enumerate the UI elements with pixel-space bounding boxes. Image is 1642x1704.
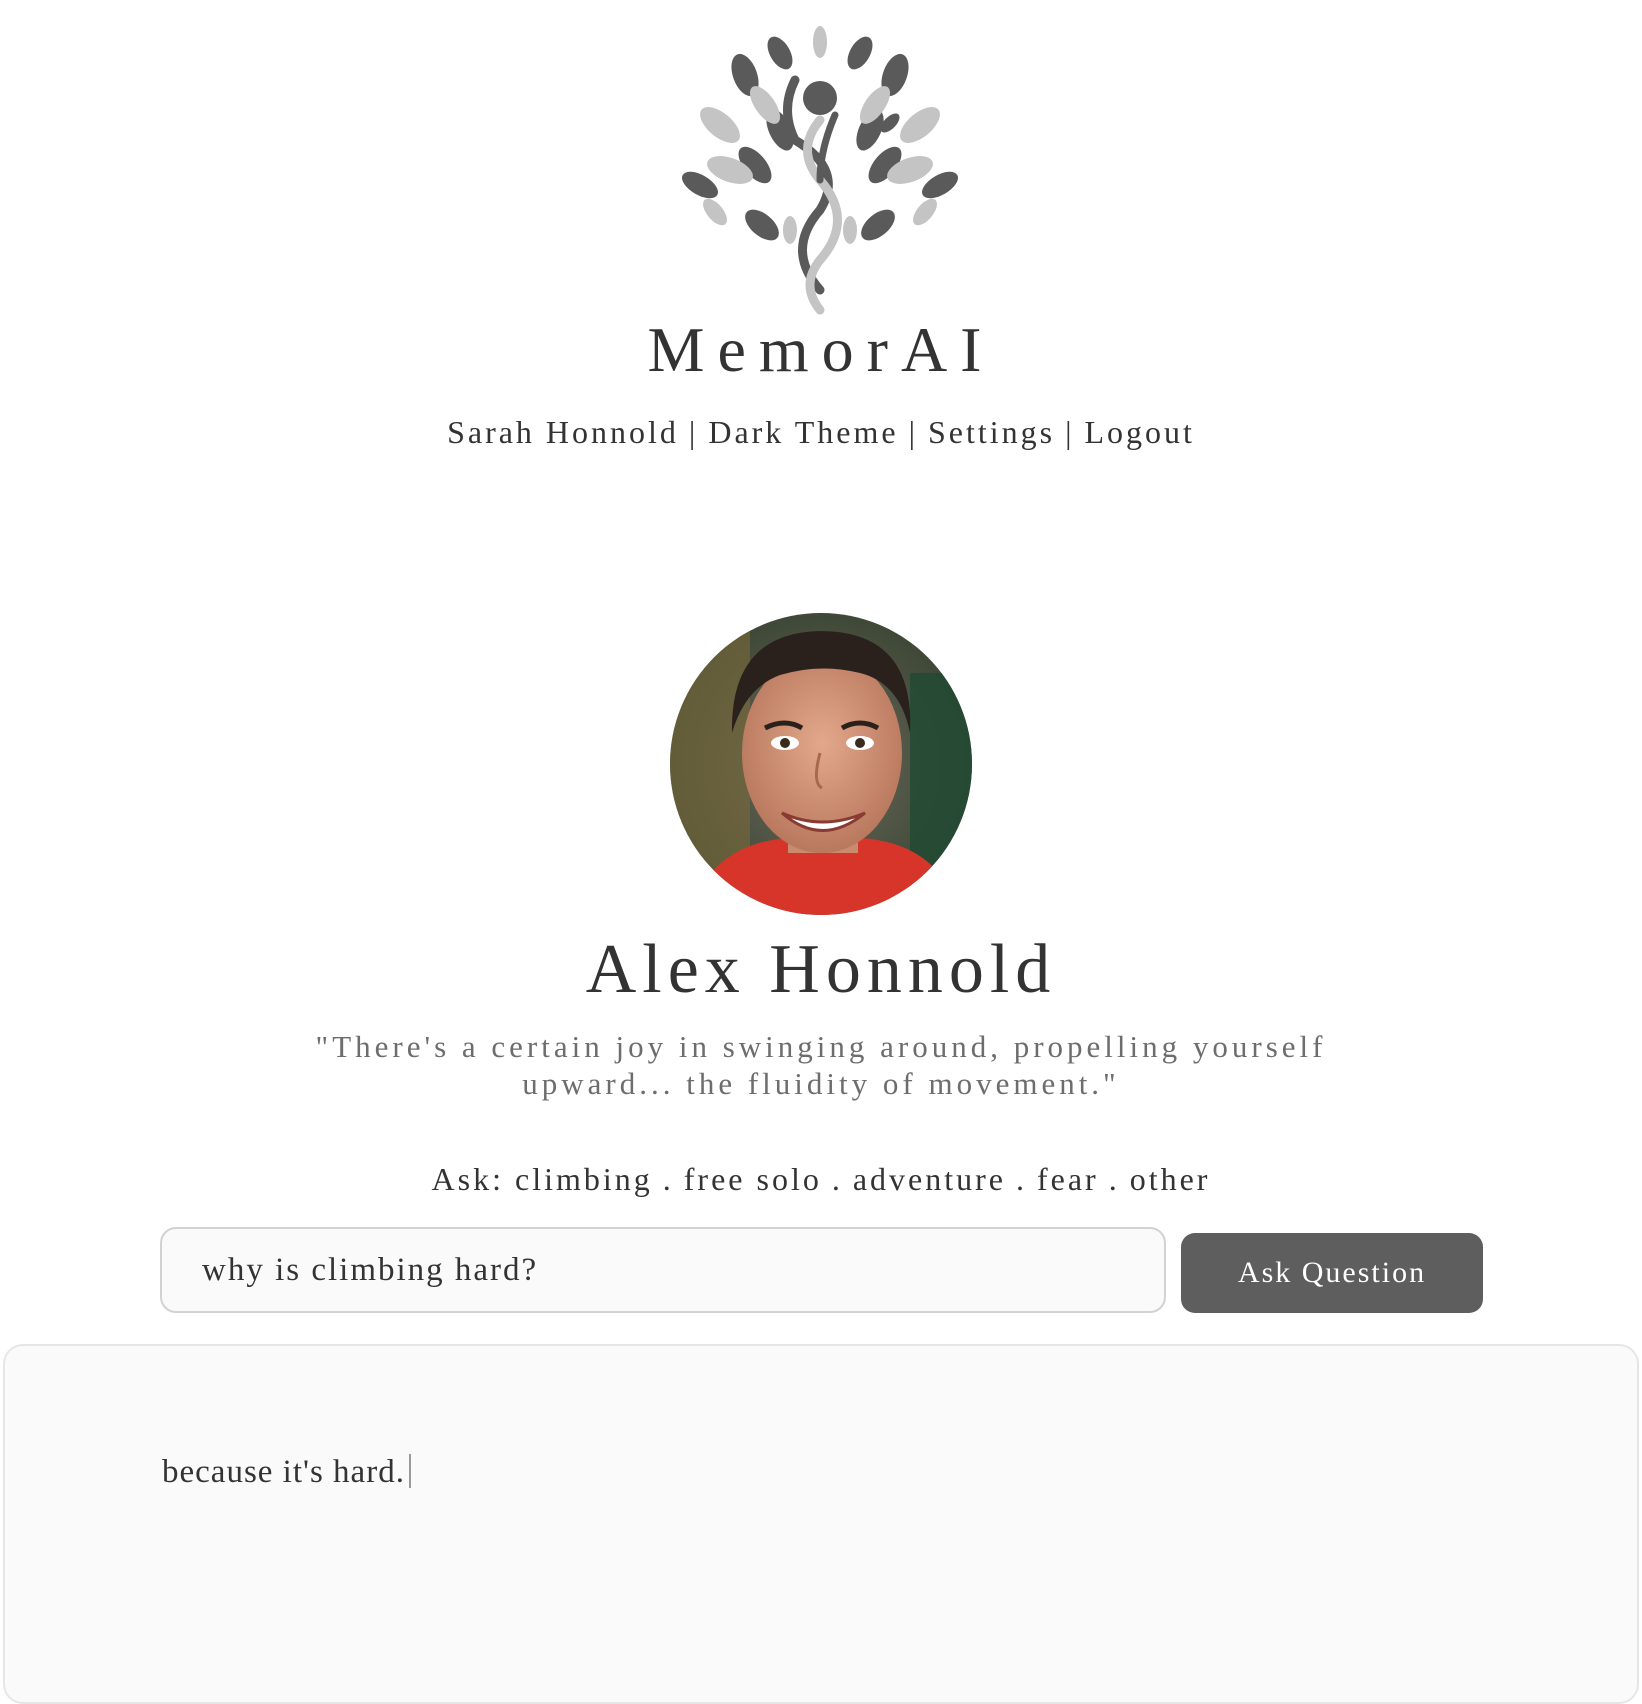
topic-other[interactable]: other — [1130, 1161, 1211, 1197]
nav-separator: | — [908, 414, 918, 450]
nav-dark-theme-toggle[interactable]: Dark Theme — [708, 414, 898, 450]
brand-title: MemorAI — [647, 314, 995, 385]
tree-dna-logo-icon — [681, 26, 959, 315]
top-nav: Sarah Honnold | Dark Theme | Settings | Logout — [0, 410, 1642, 454]
topic-separator: . — [1015, 1161, 1027, 1197]
nav-user-name[interactable]: Sarah Honnold — [447, 414, 679, 450]
profile-quote: "There's a certain joy in swinging aroun… — [315, 1029, 1327, 1101]
nav-separator: | — [688, 414, 699, 450]
ask-question-button[interactable]: Ask Question — [1181, 1233, 1483, 1313]
profile-name: Alex Honnold — [585, 931, 1057, 1008]
question-input[interactable] — [160, 1227, 1166, 1313]
topic-separator: . — [662, 1161, 674, 1197]
topic-separator: . — [831, 1161, 843, 1197]
portrait-photo — [670, 613, 972, 915]
answer-panel — [3, 1344, 1639, 1704]
ask-topics: Ask: climbing. free solo. adventure. fear. o… — [0, 1157, 1642, 1201]
topic-fear[interactable]: fear — [1037, 1161, 1099, 1197]
ask-prefix: Ask: — [431, 1161, 504, 1197]
nav-settings-link[interactable]: Settings — [928, 414, 1055, 450]
answer-text: because it's hard. — [162, 1454, 405, 1490]
topic-climbing[interactable]: climbing — [515, 1161, 653, 1197]
nav-logout-link[interactable]: Logout — [1085, 414, 1195, 450]
answer-text-container: because it's hard. — [162, 1452, 411, 1492]
topic-free-solo[interactable]: free solo — [684, 1161, 822, 1197]
typing-caret — [408, 1454, 411, 1488]
topic-separator: . — [1108, 1161, 1120, 1197]
nav-separator: | — [1065, 414, 1075, 450]
topic-adventure[interactable]: adventure — [853, 1161, 1006, 1197]
